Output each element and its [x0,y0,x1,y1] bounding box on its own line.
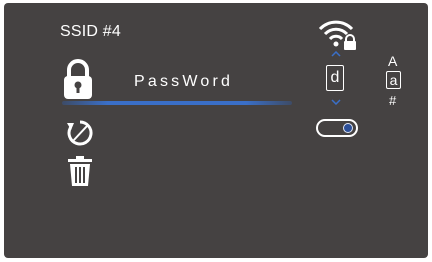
trash-icon[interactable] [67,155,93,187]
lock-icon [64,59,92,99]
password-input[interactable]: PassWord [134,73,233,91]
chevron-down-icon[interactable] [331,99,341,105]
device-screen: SSID #4 PassWord d A a # [4,3,428,258]
charset-symbol[interactable]: # [389,94,396,107]
charset-lower[interactable]: a [386,71,401,89]
show-password-toggle[interactable] [316,119,358,137]
toggle-knob [343,123,353,133]
char-value: d [326,65,344,91]
ssid-label: SSID #4 [60,23,121,40]
password-underline [62,101,292,105]
charset-upper[interactable]: A [388,54,397,68]
reset-icon[interactable] [64,117,96,149]
char-picker[interactable]: d [324,51,348,111]
chevron-up-icon[interactable] [331,51,341,57]
wifi-lock-icon [318,20,356,50]
